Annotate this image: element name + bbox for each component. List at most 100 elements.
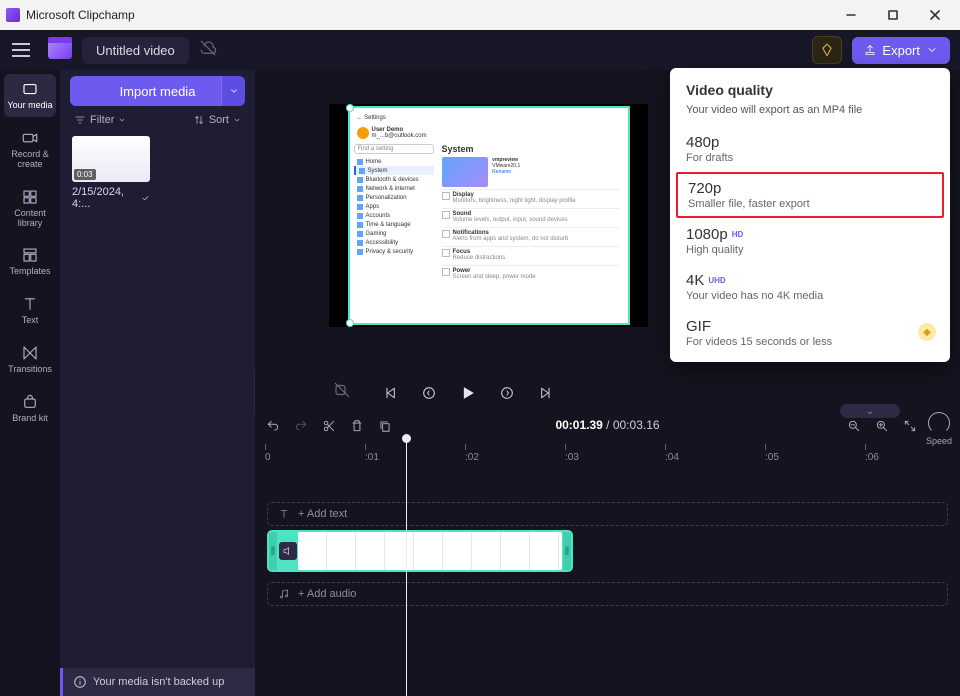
preview-canvas[interactable]: ← Settings User Demom_...b@outlook.com F… — [329, 104, 648, 327]
rail-label: Content library — [4, 209, 56, 229]
export-button-label: Export — [882, 43, 920, 58]
brandkit-icon — [20, 393, 40, 411]
sort-button[interactable]: Sort — [193, 114, 241, 126]
rail-label: Your media — [7, 101, 52, 111]
add-audio-track[interactable]: + Add audio — [267, 582, 948, 606]
window-title: Microsoft Clipchamp — [26, 8, 135, 22]
backup-warning-bar[interactable]: Your media isn't backed up — [60, 668, 255, 696]
rail-brand-kit[interactable]: Brand kit — [4, 387, 56, 430]
library-icon — [20, 188, 40, 206]
next-frame-button[interactable] — [535, 383, 555, 403]
preview-user-email: m_...b@outlook.com — [372, 133, 427, 139]
filter-button[interactable]: Filter — [74, 114, 126, 126]
import-media-label: Import media — [120, 84, 196, 99]
export-option-720p[interactable]: 720p Smaller file, faster export — [676, 172, 944, 218]
zoom-out-button[interactable] — [846, 418, 862, 434]
rail-label: Templates — [9, 267, 50, 277]
rail-transitions[interactable]: Transitions — [4, 338, 56, 381]
clip-trim-right[interactable]: ‖ — [563, 532, 571, 570]
clipchamp-logo-icon — [48, 41, 72, 59]
window-titlebar: Microsoft Clipchamp — [0, 0, 960, 30]
sidebar-rail: Your media Record & create Content libra… — [0, 70, 60, 696]
app-logo-icon — [6, 8, 20, 22]
add-text-track[interactable]: + Add text — [267, 502, 948, 526]
media-thumbnail[interactable]: 2/15/2024, 4:... — [72, 136, 150, 210]
clip-audio-icon[interactable] — [279, 542, 297, 560]
window-maximize-button[interactable] — [874, 3, 912, 27]
text-icon — [20, 295, 40, 313]
clip-trim-left[interactable]: ‖ — [269, 532, 277, 570]
selected-clip[interactable]: ← Settings User Demom_...b@outlook.com F… — [348, 106, 630, 325]
premium-icon: ◆ — [918, 323, 936, 341]
rail-text[interactable]: Text — [4, 289, 56, 332]
thumbnail-name: 2/15/2024, 4:... — [72, 186, 137, 210]
ruler-tick: :05 — [765, 444, 779, 463]
preview-search: Find a setting — [354, 144, 434, 154]
thumbnail-image — [72, 136, 150, 182]
skip-forward-button[interactable] — [497, 383, 517, 403]
export-option-480p[interactable]: 480p For drafts — [670, 126, 950, 172]
split-button[interactable] — [321, 418, 337, 434]
copy-button[interactable] — [377, 418, 393, 434]
info-icon — [73, 675, 87, 689]
ruler-tick: 0 — [265, 444, 271, 463]
rail-templates[interactable]: Templates — [4, 240, 56, 283]
app-toolbar: Untitled video Export — [0, 30, 960, 70]
skip-back-button[interactable] — [419, 383, 439, 403]
add-text-label: + Add text — [298, 508, 347, 520]
timeline: ⌄ 00:01.39 / 00:03.16 Speed 0:01:02:03:0 — [255, 410, 960, 696]
timeline-clip[interactable]: ‖ ‖ — [267, 530, 573, 572]
preview-content: ← Settings User Demom_...b@outlook.com F… — [350, 108, 628, 323]
templates-icon — [20, 246, 40, 264]
window-close-button[interactable] — [916, 3, 954, 27]
add-audio-label: + Add audio — [298, 588, 356, 600]
export-menu-title: Video quality — [670, 82, 950, 104]
rail-label: Text — [22, 316, 39, 326]
premium-button[interactable] — [812, 36, 842, 64]
prev-frame-button[interactable] — [381, 383, 401, 403]
menu-button[interactable] — [10, 38, 38, 62]
ruler-tick: :06 — [865, 444, 879, 463]
rail-label: Record & create — [4, 150, 56, 170]
timeline-ruler[interactable]: 0 :01 :02 :03 :04 :05 :06 — [265, 444, 950, 462]
ruler-tick: :04 — [665, 444, 679, 463]
play-button[interactable] — [457, 382, 479, 404]
delete-button[interactable] — [349, 418, 365, 434]
timeline-timecode: 00:01.39 / 00:03.16 — [555, 418, 659, 432]
window-minimize-button[interactable] — [832, 3, 870, 27]
project-title-input[interactable]: Untitled video — [82, 37, 189, 64]
fit-timeline-button[interactable] — [902, 418, 918, 434]
ruler-tick: :02 — [465, 444, 479, 463]
rail-record-create[interactable]: Record & create — [4, 123, 56, 176]
export-button[interactable]: Export — [852, 37, 950, 64]
zoom-in-button[interactable] — [874, 418, 890, 434]
export-option-gif[interactable]: GIF For videos 15 seconds or less — [670, 310, 950, 356]
rail-label: Brand kit — [12, 414, 48, 424]
redo-button[interactable] — [293, 418, 309, 434]
backup-warning-text: Your media isn't backed up — [93, 676, 224, 688]
export-option-1080p[interactable]: 1080pHD High quality — [670, 218, 950, 264]
media-icon — [20, 80, 40, 98]
clip-frames — [298, 532, 562, 570]
rail-content-library[interactable]: Content library — [4, 182, 56, 235]
export-quality-menu: Video quality Your video will export as … — [670, 68, 950, 362]
record-icon — [20, 129, 40, 147]
undo-button[interactable] — [265, 418, 281, 434]
timeline-collapse-button[interactable]: ⌄ — [840, 404, 900, 418]
export-option-4k[interactable]: 4KUHD Your video has no 4K media — [670, 264, 950, 310]
transitions-icon — [20, 344, 40, 362]
ruler-tick: :03 — [565, 444, 579, 463]
playhead[interactable] — [406, 434, 407, 696]
media-panel: Import media Filter Sort 2/15/2024, 4:..… — [60, 70, 255, 696]
import-media-caret[interactable] — [221, 76, 245, 106]
avatar-icon — [357, 127, 369, 139]
cloud-off-icon[interactable] — [199, 39, 217, 61]
preview-wallpaper — [442, 157, 488, 187]
ruler-tick: :01 — [365, 444, 379, 463]
rail-your-media[interactable]: Your media — [4, 74, 56, 117]
sort-label: Sort — [209, 114, 229, 126]
stage: ← Settings User Demom_...b@outlook.com F… — [255, 70, 960, 696]
preview-system-title: System — [442, 144, 620, 154]
import-media-button[interactable]: Import media — [70, 76, 245, 106]
speed-indicator[interactable]: Speed — [922, 412, 956, 446]
